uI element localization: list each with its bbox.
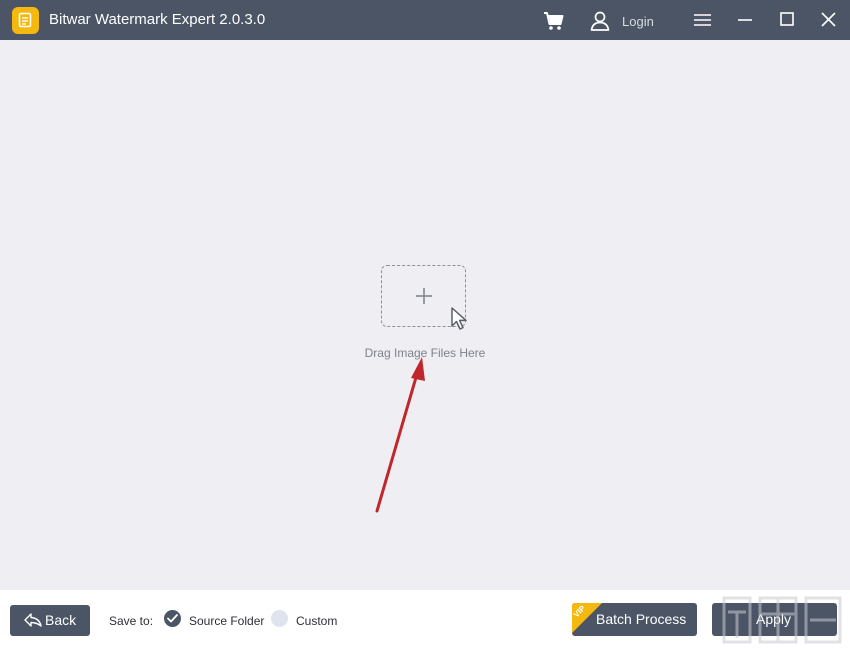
maximize-icon[interactable]: [777, 10, 799, 32]
back-button[interactable]: Back: [10, 605, 90, 636]
minimize-icon[interactable]: [735, 10, 757, 32]
batch-process-button[interactable]: VIP Batch Process: [572, 603, 697, 636]
source-folder-radio[interactable]: [164, 610, 181, 627]
back-button-label: Back: [45, 612, 77, 628]
app-title: Bitwar Watermark Expert 2.0.3.0: [49, 11, 266, 28]
user-icon[interactable]: [589, 10, 611, 32]
save-to-label: Save to:: [109, 614, 154, 628]
apply-button-label: Apply: [756, 611, 792, 627]
bottom-bar: Back Save to: Source Folder Custom VIP B…: [0, 590, 850, 650]
plus-icon: [416, 288, 432, 304]
batch-process-label: Batch Process: [596, 611, 687, 627]
source-folder-label[interactable]: Source Folder: [189, 614, 264, 628]
app-window: Bitwar Watermark Expert 2.0.3.0 Login Dr…: [0, 0, 850, 650]
title-bar: Bitwar Watermark Expert 2.0.3.0 Login: [0, 0, 850, 40]
custom-radio[interactable]: [271, 610, 288, 627]
menu-icon[interactable]: [692, 10, 714, 32]
cart-icon[interactable]: [543, 10, 565, 32]
close-icon[interactable]: [819, 10, 841, 32]
app-logo-icon: [12, 7, 39, 34]
check-icon: [167, 614, 178, 623]
custom-label[interactable]: Custom: [296, 614, 337, 628]
cursor-icon: [451, 307, 467, 330]
login-link[interactable]: Login: [622, 14, 654, 29]
drop-zone-label: Drag Image Files Here: [364, 346, 486, 360]
back-arrow-icon: [24, 613, 42, 627]
apply-button[interactable]: Apply: [712, 603, 837, 636]
